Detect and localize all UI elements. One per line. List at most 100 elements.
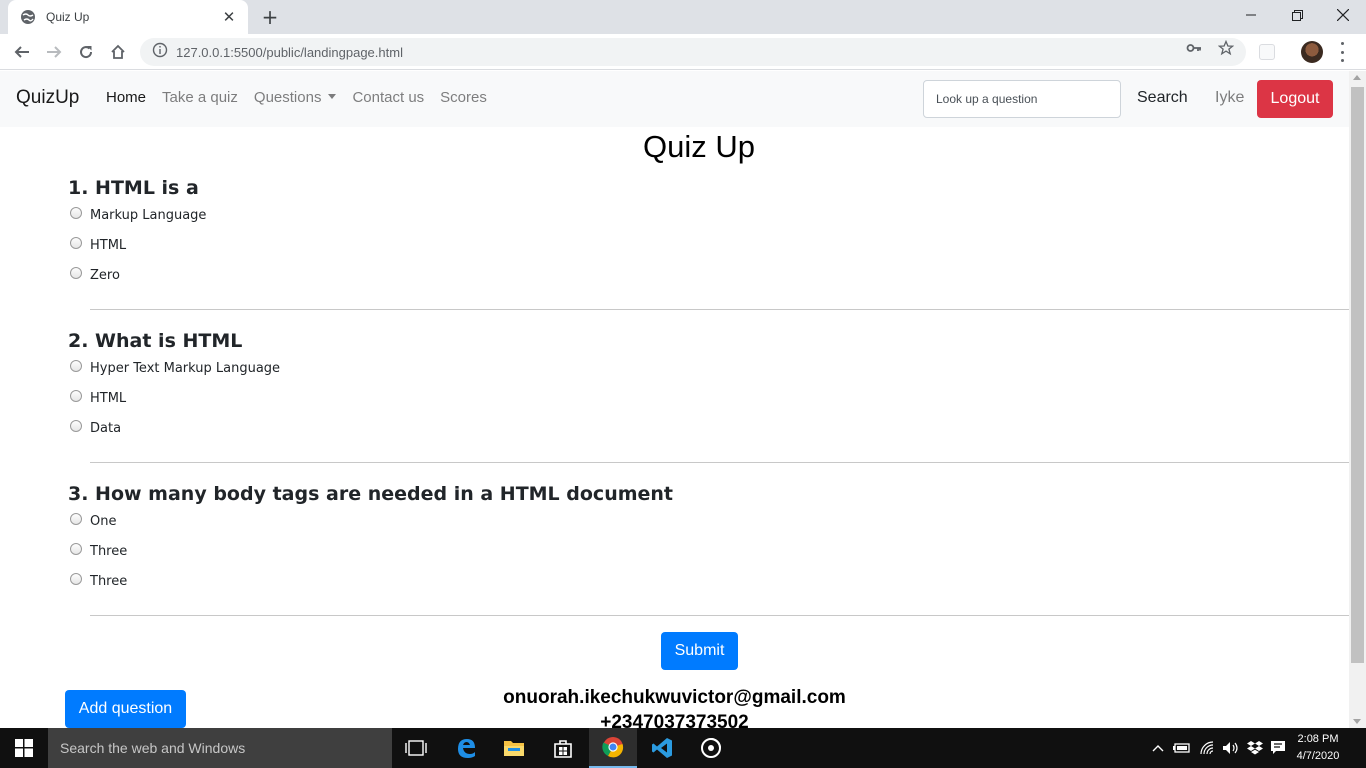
user-name[interactable]: Iyke [1215,89,1244,107]
nav-dropdown-questions[interactable]: Questions [246,89,345,106]
new-tab-icon[interactable]: + [258,5,282,29]
profile-avatar[interactable] [1301,41,1323,63]
restore-icon[interactable] [1274,0,1320,30]
radio-button[interactable] [70,237,82,249]
question-block: 3. How many body tags are needed in a HT… [68,483,1349,601]
question-block: 1. HTML is a Markup Language HTML Zero [68,177,1349,295]
option-label[interactable]: Hyper Text Markup Language [90,361,280,376]
globe-icon [20,9,36,25]
logout-button[interactable]: Logout [1257,80,1333,118]
clock-time: 2:08 PM [1297,733,1339,745]
divider [90,615,1349,616]
add-question-button[interactable]: Add question [65,690,186,728]
answer-option[interactable]: Three [68,541,1349,571]
option-label[interactable]: Three [90,574,127,589]
browser-tab[interactable]: Quiz Up ✕ [8,0,248,34]
chrome-icon[interactable] [589,728,637,768]
scroll-up-arrow-icon[interactable] [1353,75,1361,80]
forward-arrow-icon[interactable] [42,40,66,64]
minimize-icon[interactable] [1228,0,1274,30]
answer-option[interactable]: Zero [68,265,1349,295]
radio-button[interactable] [70,360,82,372]
submit-button[interactable]: Submit [661,632,738,670]
reload-icon[interactable] [74,40,98,64]
file-explorer-icon[interactable] [490,728,538,768]
nav-link-contact[interactable]: Contact us [344,89,432,106]
edge-browser-icon[interactable] [442,728,490,768]
address-bar[interactable]: 127.0.0.1:5500/public/landingpage.html [140,38,1246,66]
page-title: Quiz Up [643,129,755,164]
windows-start-icon[interactable] [0,728,48,768]
option-label[interactable]: Three [90,544,127,559]
contact-email: onuorah.ikechukwuvictor@gmail.com [503,687,846,708]
volume-icon[interactable] [1221,728,1241,768]
radio-button[interactable] [70,420,82,432]
site-navbar: QuizUp Home Take a quiz Questions Contac… [0,71,1349,127]
tab-title: Quiz Up [46,10,90,24]
option-label[interactable]: Markup Language [90,208,206,223]
task-view-icon[interactable] [392,728,440,768]
windows-taskbar: Search the web and Windows 2:08 PM 4/7/2… [0,728,1366,768]
question-title: 3. How many body tags are needed in a HT… [68,483,674,505]
wifi-icon[interactable] [1198,728,1218,768]
page-scrollbar[interactable] [1349,71,1366,728]
option-label[interactable]: HTML [90,238,126,253]
answer-option[interactable]: Markup Language [68,205,1349,235]
taskbar-clock[interactable]: 2:08 PM 4/7/2020 [1290,731,1346,765]
clock-date: 4/7/2020 [1296,750,1340,762]
answer-option[interactable]: HTML [68,388,1349,418]
option-label[interactable]: One [90,514,116,529]
taskbar-search-box[interactable]: Search the web and Windows [48,728,392,768]
question-block: 2. What is HTML Hyper Text Markup Langua… [68,330,1349,448]
vscode-icon[interactable] [638,728,686,768]
browser-tabstrip: Quiz Up ✕ + [0,0,1366,34]
nav-link-scores[interactable]: Scores [432,89,495,106]
page-viewport: QuizUp Home Take a quiz Questions Contac… [0,71,1349,728]
extension-icon[interactable] [1259,44,1275,60]
close-window-icon[interactable] [1320,0,1366,30]
radio-button[interactable] [70,543,82,555]
tray-chevron-up-icon[interactable] [1150,728,1166,768]
navbar-brand[interactable]: QuizUp [16,87,79,109]
question-title: 1. HTML is a [68,177,199,199]
answer-option[interactable]: HTML [68,235,1349,265]
answer-option[interactable]: Three [68,571,1349,601]
info-icon[interactable] [152,42,168,62]
option-label[interactable]: Zero [90,268,120,283]
option-label[interactable]: HTML [90,391,126,406]
answer-option[interactable]: One [68,511,1349,541]
back-arrow-icon[interactable] [10,40,34,64]
caret-down-icon [328,94,337,99]
browser-toolbar: 127.0.0.1:5500/public/landingpage.html [0,34,1366,70]
footer-contact: onuorah.ikechukwuvictor@gmail.com +23470… [0,685,1349,728]
divider [90,462,1349,463]
radio-button[interactable] [70,267,82,279]
tab-close-icon[interactable]: ✕ [220,8,238,26]
media-player-icon[interactable] [687,728,735,768]
radio-button[interactable] [70,573,82,585]
radio-button[interactable] [70,513,82,525]
question-search-input[interactable] [923,80,1121,118]
radio-button[interactable] [70,390,82,402]
url-text: 127.0.0.1:5500/public/landingpage.html [176,44,403,60]
nav-link-take-quiz[interactable]: Take a quiz [154,89,246,106]
nav-link-home[interactable]: Home [98,89,154,106]
key-icon[interactable] [1186,40,1202,56]
scrollbar-thumb[interactable] [1351,87,1364,663]
answer-option[interactable]: Data [68,418,1349,448]
option-label[interactable]: Data [90,421,121,436]
store-icon[interactable] [539,728,587,768]
dropbox-icon[interactable] [1245,728,1265,768]
battery-icon[interactable] [1172,728,1192,768]
scroll-down-arrow-icon[interactable] [1353,719,1361,724]
nav-links: Home Take a quiz Questions Contact us Sc… [98,89,495,106]
nav-link-questions-label: Questions [253,89,322,106]
question-title: 2. What is HTML [68,330,243,352]
notifications-icon[interactable] [1268,728,1288,768]
home-icon[interactable] [106,40,130,64]
bookmark-star-icon[interactable] [1218,40,1234,56]
answer-option[interactable]: Hyper Text Markup Language [68,358,1349,388]
radio-button[interactable] [70,207,82,219]
search-button[interactable]: Search [1137,89,1188,107]
browser-menu-icon[interactable] [1338,42,1346,62]
